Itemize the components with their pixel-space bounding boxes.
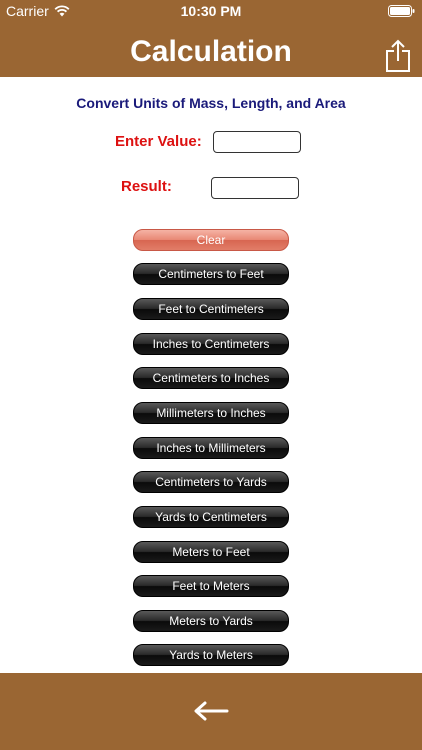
enter-value-input[interactable] xyxy=(213,131,301,153)
status-bar: Carrier 10:30 PM xyxy=(0,0,422,22)
centimeters-to-inches-button[interactable]: Centimeters to Inches xyxy=(133,367,289,389)
bottom-bar xyxy=(0,673,422,750)
inches-to-centimeters-button[interactable]: Inches to Centimeters xyxy=(133,333,289,355)
feet-to-centimeters-button[interactable]: Feet to Centimeters xyxy=(133,298,289,320)
yards-to-meters-button[interactable]: Yards to Meters xyxy=(133,644,289,666)
header: Carrier 10:30 PM Calculation xyxy=(0,0,422,77)
feet-to-meters-button[interactable]: Feet to Meters xyxy=(133,575,289,597)
enter-value-label: Enter Value: xyxy=(115,133,202,150)
subtitle: Convert Units of Mass, Length, and Area xyxy=(76,95,346,111)
centimeters-to-yards-button[interactable]: Centimeters to Yards xyxy=(133,471,289,493)
share-icon[interactable] xyxy=(385,39,411,72)
inches-to-millimeters-button[interactable]: Inches to Millimeters xyxy=(133,437,289,459)
yards-to-centimeters-button[interactable]: Yards to Centimeters xyxy=(133,506,289,528)
millimeters-to-inches-button[interactable]: Millimeters to Inches xyxy=(133,402,289,424)
page-title: Calculation xyxy=(130,35,292,68)
meters-to-feet-button[interactable]: Meters to Feet xyxy=(133,541,289,563)
back-arrow-icon[interactable] xyxy=(193,700,229,722)
clear-button[interactable]: Clear xyxy=(133,229,289,251)
result-label: Result: xyxy=(121,178,172,195)
result-field[interactable] xyxy=(211,177,299,199)
centimeters-to-feet-button[interactable]: Centimeters to Feet xyxy=(133,263,289,285)
meters-to-yards-button[interactable]: Meters to Yards xyxy=(133,610,289,632)
battery-icon xyxy=(388,5,415,17)
clock: 10:30 PM xyxy=(180,3,242,19)
content-area: Convert Units of Mass, Length, and Area … xyxy=(0,77,422,673)
